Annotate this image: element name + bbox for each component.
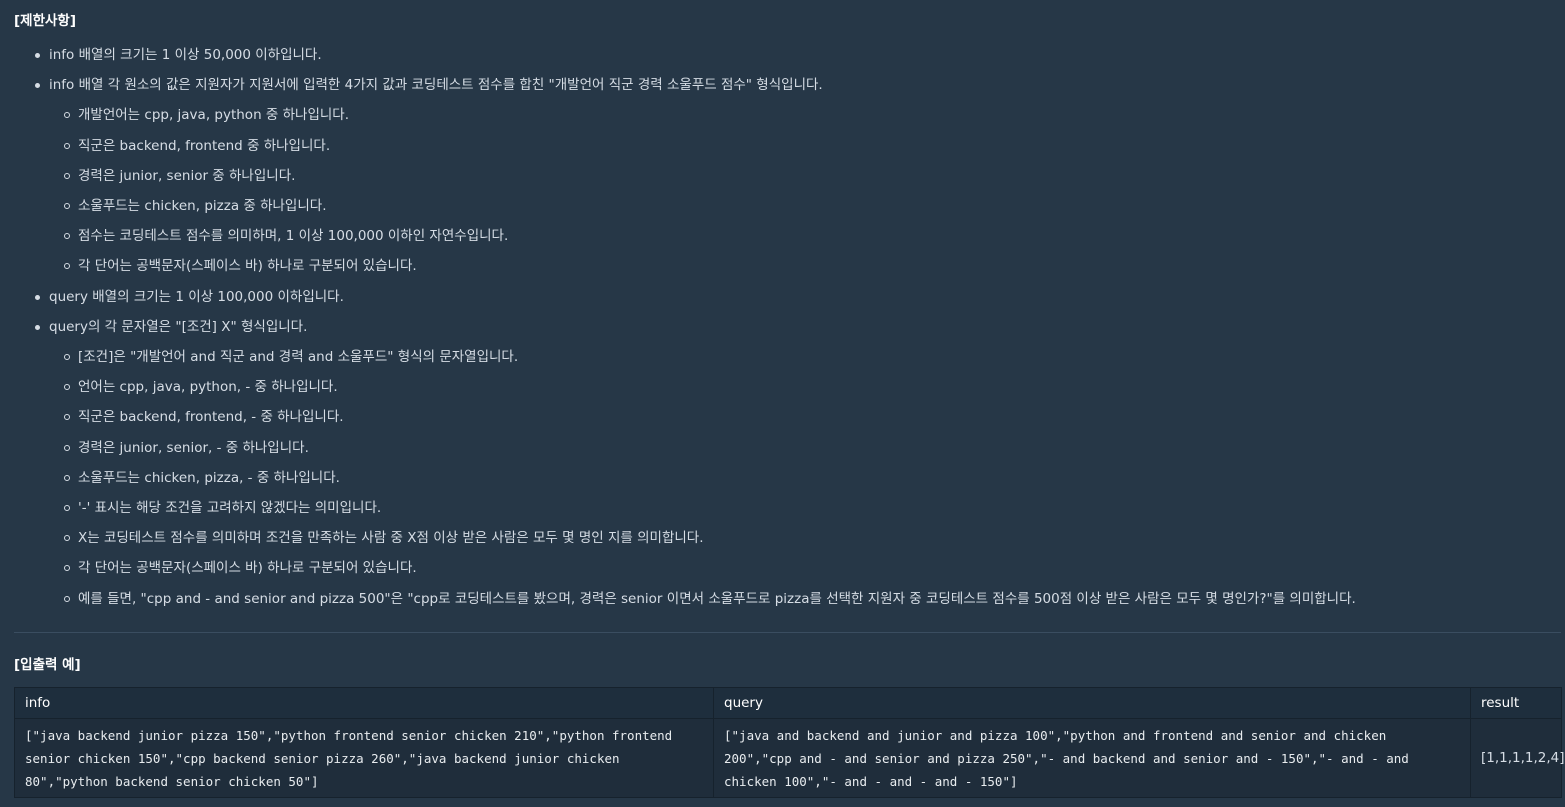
hollow-bullet-icon — [64, 505, 70, 512]
table-header-row: info query result — [14, 687, 1562, 719]
constraint-sublist: [조건]은 "개발언어 and 직군 and 경력 and 소울푸드" 형식의 … — [49, 342, 1356, 614]
hollow-bullet-icon — [64, 112, 70, 119]
constraint-subitem-text: 개발언어는 cpp, java, python 중 하나입니다. — [78, 107, 350, 124]
cell-query: ["java and backend and junior and pizza … — [713, 718, 1471, 798]
constraint-subitem: [조건]은 "개발언어 and 직군 and 경력 and 소울푸드" 형식의 … — [49, 342, 1356, 372]
query-line: 200","cpp and - and senior and pizza 250… — [724, 750, 1409, 766]
constraint-subitem-text: 소울푸드는 chicken, pizza, - 중 하나입니다. — [78, 469, 340, 486]
constraint-item: query 배열의 크기는 1 이상 100,000 이하입니다. — [14, 282, 1356, 312]
constraint-subitem: 경력은 junior, senior, - 중 하나입니다. — [49, 433, 1356, 463]
constraint-subitem: 개발언어는 cpp, java, python 중 하나입니다. — [49, 100, 1356, 130]
hollow-bullet-icon — [64, 233, 70, 240]
constraint-text: info 배열 각 원소의 값은 지원자가 지원서에 입력한 4가지 값과 코딩… — [49, 77, 823, 94]
constraint-subitem: 언어는 cpp, java, python, - 중 하나입니다. — [49, 372, 1356, 402]
hollow-bullet-icon — [64, 414, 70, 421]
io-example-table: info query result ["java backend junior … — [14, 687, 1565, 798]
info-line: ["java backend junior pizza 150","python… — [25, 727, 673, 743]
info-line: senior chicken 150","cpp backend senior … — [25, 750, 620, 766]
constraint-subitem: 소울푸드는 chicken, pizza, - 중 하나입니다. — [49, 463, 1356, 493]
constraint-sublist: 개발언어는 cpp, java, python 중 하나입니다. 직군은 back… — [49, 100, 1356, 281]
query-line: ["java and backend and junior and pizza … — [724, 727, 1387, 743]
constraint-subitem: 각 단어는 공백문자(스페이스 바) 하나로 구분되어 있습니다. — [49, 553, 1356, 583]
hollow-bullet-icon — [64, 172, 70, 179]
bullet-icon — [35, 83, 40, 89]
constraint-item: info 배열 각 원소의 값은 지원자가 지원서에 입력한 4가지 값과 코딩… — [14, 70, 1356, 281]
constraint-subitem-text: 언어는 cpp, java, python, - 중 하나입니다. — [78, 379, 338, 396]
hollow-bullet-icon — [64, 474, 70, 481]
constraint-subitem: 각 단어는 공백문자(스페이스 바) 하나로 구분되어 있습니다. — [49, 251, 1356, 281]
constraint-text: query의 각 문자열은 "[조건] X" 형식입니다. — [49, 318, 308, 335]
info-line: 80","python backend senior chicken 50"] — [25, 773, 319, 789]
hollow-bullet-icon — [64, 384, 70, 391]
constraint-subitem-text: 경력은 junior, senior, - 중 하나입니다. — [78, 439, 309, 456]
column-header-query: query — [713, 687, 1471, 719]
hollow-bullet-icon — [64, 263, 70, 270]
constraint-subitem-text: 예를 들면, "cpp and - and senior and pizza 5… — [78, 590, 1356, 607]
column-header-info: info — [14, 687, 714, 719]
io-example-heading: [입출력 예] — [14, 657, 81, 673]
cell-result: [1,1,1,1,2,4] — [1470, 718, 1565, 798]
constraints-heading: [제한사항] — [14, 13, 77, 29]
constraint-subitem-text: [조건]은 "개발언어 and 직군 and 경력 and 소울푸드" 형식의 … — [78, 349, 519, 366]
constraint-subitem: 소울푸드는 chicken, pizza 중 하나입니다. — [49, 191, 1356, 221]
bullet-icon — [35, 294, 40, 300]
cell-info: ["java backend junior pizza 150","python… — [14, 718, 714, 798]
constraint-subitem-text: '-' 표시는 해당 조건을 고려하지 않겠다는 의미입니다. — [78, 500, 382, 517]
constraint-subitem: 직군은 backend, frontend, - 중 하나입니다. — [49, 402, 1356, 432]
constraint-subitem: X는 코딩테스트 점수를 의미하며 조건을 만족하는 사람 중 X점 이상 받은… — [49, 523, 1356, 553]
hollow-bullet-icon — [64, 203, 70, 210]
constraint-subitem-text: 소울푸드는 chicken, pizza 중 하나입니다. — [78, 198, 327, 215]
constraints-list: info 배열의 크기는 1 이상 50,000 이하입니다. info 배열 각… — [14, 40, 1356, 614]
constraint-text: query 배열의 크기는 1 이상 100,000 이하입니다. — [49, 288, 344, 305]
constraint-subitem-text: X는 코딩테스트 점수를 의미하며 조건을 만족하는 사람 중 X점 이상 받은… — [78, 530, 704, 547]
constraint-subitem: '-' 표시는 해당 조건을 고려하지 않겠다는 의미입니다. — [49, 493, 1356, 523]
constraint-subitem: 점수는 코딩테스트 점수를 의미하며, 1 이상 100,000 이하인 자연수… — [49, 221, 1356, 251]
constraint-item: query의 각 문자열은 "[조건] X" 형식입니다. [조건]은 "개발언어… — [14, 312, 1356, 614]
bullet-icon — [35, 324, 40, 330]
constraint-subitem: 예를 들면, "cpp and - and senior and pizza 5… — [49, 584, 1356, 614]
bullet-icon — [35, 53, 40, 58]
query-line: chicken 100","- and - and - and - 150"] — [724, 773, 1018, 789]
hollow-bullet-icon — [64, 595, 70, 602]
query-code: ["java and backend and junior and pizza … — [724, 724, 1460, 793]
column-header-result: result — [1470, 687, 1562, 719]
constraint-text: info 배열의 크기는 1 이상 50,000 이하입니다. — [49, 47, 322, 63]
constraint-subitem-text: 점수는 코딩테스트 점수를 의미하며, 1 이상 100,000 이하인 자연수… — [78, 228, 509, 245]
constraint-subitem: 경력은 junior, senior 중 하나입니다. — [49, 161, 1356, 191]
constraint-item: info 배열의 크기는 1 이상 50,000 이하입니다. — [14, 40, 1356, 70]
hollow-bullet-icon — [64, 354, 70, 361]
section-divider — [14, 632, 1561, 633]
hollow-bullet-icon — [64, 565, 70, 572]
constraint-subitem-text: 경력은 junior, senior 중 하나입니다. — [78, 167, 296, 184]
hollow-bullet-icon — [64, 142, 70, 149]
constraint-subitem: 직군은 backend, frontend 중 하나입니다. — [49, 131, 1356, 161]
hollow-bullet-icon — [64, 444, 70, 451]
table-row: ["java backend junior pizza 150","python… — [14, 718, 1565, 798]
hollow-bullet-icon — [64, 535, 70, 542]
constraint-subitem-text: 직군은 backend, frontend 중 하나입니다. — [78, 137, 331, 154]
constraint-subitem-text: 각 단어는 공백문자(스페이스 바) 하나로 구분되어 있습니다. — [78, 560, 417, 577]
result-value: [1,1,1,1,2,4] — [1481, 750, 1565, 766]
constraint-subitem-text: 직군은 backend, frontend, - 중 하나입니다. — [78, 409, 344, 426]
info-code: ["java backend junior pizza 150","python… — [25, 724, 703, 793]
constraint-subitem-text: 각 단어는 공백문자(스페이스 바) 하나로 구분되어 있습니다. — [78, 258, 417, 275]
